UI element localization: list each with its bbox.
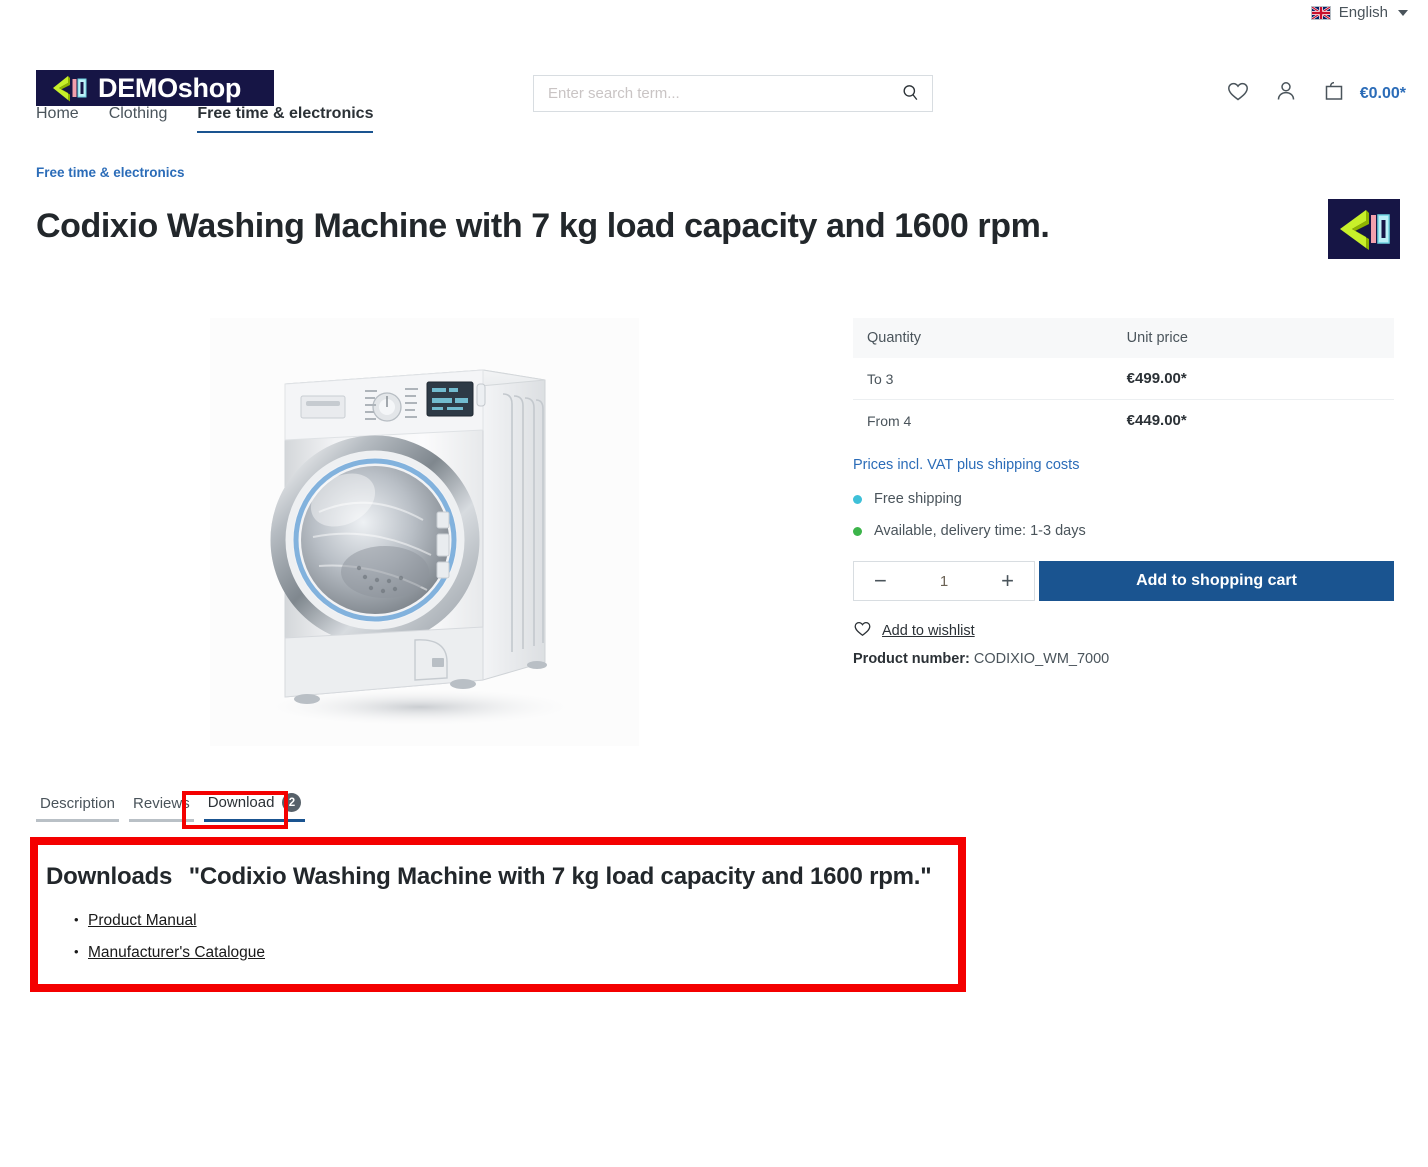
price-row-quantity: From 4 [867,412,912,429]
downloads-heading-label: Downloads [46,863,173,890]
search-input[interactable] [534,76,888,111]
add-to-cart-button[interactable]: Add to shopping cart [1039,561,1394,601]
vat-note-link[interactable]: Prices incl. VAT plus shipping costs [853,457,1394,473]
quantity-decrease-button[interactable]: − [870,570,891,592]
nav-item-free-time-electronics[interactable]: Free time & electronics [197,105,374,133]
tab-reviews-label: Reviews [133,795,190,812]
site-header: DEMOshop Enter search term... €0.00* [0,34,1428,112]
stock-label: Available, delivery time: 1-3 days [874,523,1086,539]
cart-total[interactable]: €0.00* [1360,85,1406,103]
heart-icon[interactable] [1226,79,1250,108]
downloads-product-title: "Codixio Washing Machine with 7 kg load … [188,863,932,890]
stock-flag: Available, delivery time: 1-3 days [853,523,1394,539]
add-to-wishlist-label: Add to wishlist [882,623,975,639]
product-tabs: Description Reviews Download 2 [36,793,306,822]
price-table: Quantity Unit price To 3 €499.00* From 4… [853,318,1394,441]
downloads-heading: Downloads "Codixio Washing Machine with … [46,863,958,892]
availability-flags: Free shipping Available, delivery time: … [853,491,1394,539]
quantity-increase-button[interactable]: + [997,570,1018,592]
table-header-row: Quantity Unit price [853,318,1394,358]
chevron-down-icon [1398,9,1408,16]
buy-box: Quantity Unit price To 3 €499.00* From 4… [853,318,1394,667]
codixio-brand-logo [1328,199,1400,259]
header-actions: €0.00* [1226,79,1406,108]
column-header-quantity: Quantity [853,318,1113,358]
download-link-product-manual[interactable]: Product Manual [88,912,197,929]
site-logo[interactable]: DEMOshop [36,70,274,106]
free-shipping-label: Free shipping [874,491,962,507]
product-image[interactable] [210,318,639,746]
washing-machine-product-photo [254,369,585,727]
page-title: Codixio Washing Machine with 7 kg load c… [36,207,1050,245]
search-box[interactable] [533,75,933,112]
quantity-input[interactable] [914,572,974,590]
tab-download[interactable]: Download 2 [203,793,306,822]
price-row-unit-price: €449.00* [1126,412,1187,429]
search-icon [901,83,920,105]
tab-description[interactable]: Description [36,795,120,822]
nav-item-home[interactable]: Home [36,105,79,133]
demoshop-chevron-logo [48,74,88,102]
quantity-stepper[interactable]: − + [853,561,1035,601]
heart-icon [853,619,872,643]
download-link-manufacturers-catalogue[interactable]: Manufacturer's Catalogue [88,944,265,961]
product-number: Product number: CODIXIO_WM_7000 [853,651,1394,667]
tab-reviews[interactable]: Reviews [129,795,194,822]
list-item: Product Manual [74,912,958,930]
product-number-value: CODIXIO_WM_7000 [973,651,1110,667]
purchase-row: − + Add to shopping cart [853,561,1394,601]
breadcrumb[interactable]: Free time & electronics [36,165,185,180]
person-icon[interactable] [1274,79,1298,108]
download-count-badge: 2 [282,793,302,812]
list-item: Manufacturer's Catalogue [74,944,958,962]
add-to-wishlist-button[interactable]: Add to wishlist [853,619,1394,643]
free-shipping-flag: Free shipping [853,491,1394,507]
tab-description-label: Description [40,795,116,812]
table-row: From 4 €449.00* [853,400,1394,442]
downloads-panel: Downloads "Codixio Washing Machine with … [30,837,966,992]
product-number-label: Product number: [853,651,970,667]
search-button[interactable] [888,76,932,111]
column-header-unit-price: Unit price [1112,318,1394,358]
logo-text: DEMOshop [98,72,242,103]
downloads-list: Product Manual Manufacturer's Catalogue [46,912,958,962]
tab-download-label: Download [207,794,275,811]
price-row-unit-price: €499.00* [1112,358,1394,400]
status-dot-shipping [853,494,862,504]
language-selector[interactable]: English [1310,4,1408,21]
uk-flag-icon [1310,5,1331,20]
price-row-quantity: To 3 [853,358,1113,400]
language-label: English [1338,4,1388,21]
table-row: To 3 €499.00* [853,358,1394,400]
product-detail-page: English DEMOshop Enter search term... €0… [0,0,1428,1167]
status-dot-stock [853,526,862,536]
shopping-bag-icon[interactable] [1322,79,1346,108]
main-navigation: Home Clothing Free time & electronics [36,105,374,133]
nav-item-clothing[interactable]: Clothing [109,105,168,133]
